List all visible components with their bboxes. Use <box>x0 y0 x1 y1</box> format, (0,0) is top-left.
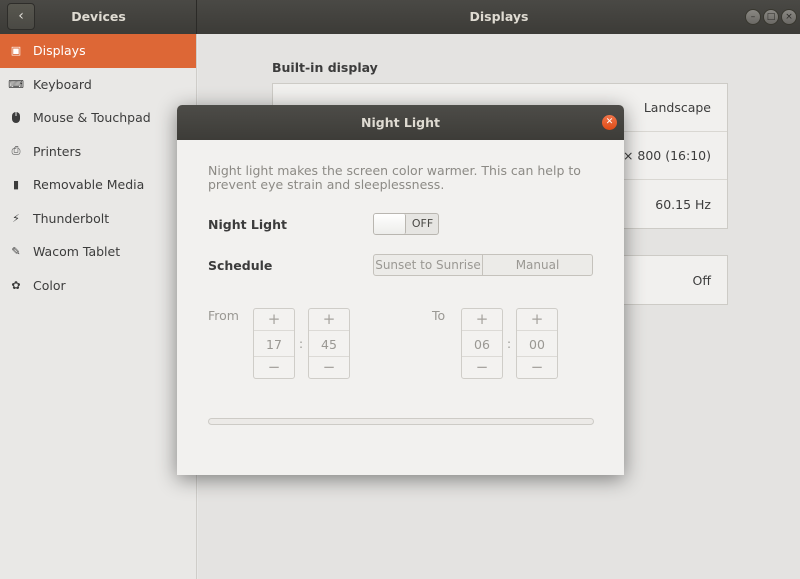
sidebar-item-keyboard[interactable]: ⌨ Keyboard <box>0 68 196 102</box>
minimize-button[interactable]: – <box>745 9 761 25</box>
schedule-sunset-to-sunrise-button[interactable]: Sunset to Sunrise <box>373 254 483 276</box>
maximize-icon: □ <box>766 12 776 22</box>
to-minute-spinner: + 00 − <box>516 308 558 379</box>
to-minute-increment-button[interactable]: + <box>517 309 557 331</box>
orientation-value: Landscape <box>643 100 711 115</box>
dialog-description: Night light makes the screen color warme… <box>208 163 581 192</box>
to-time-separator: : <box>507 337 512 351</box>
switch-state-label: OFF <box>411 217 434 230</box>
from-hour-decrement-button[interactable]: − <box>254 356 294 378</box>
thunderbolt-icon: ⚡ <box>12 211 20 225</box>
to-hour-decrement-button[interactable]: − <box>462 356 502 378</box>
sidebar-item-label: Mouse & Touchpad <box>33 110 151 126</box>
minimize-icon: – <box>750 12 756 22</box>
from-minute-decrement-button[interactable]: − <box>309 356 349 378</box>
usb-icon: ▮ <box>12 178 20 192</box>
sidebar-item-label: Keyboard <box>33 76 92 92</box>
sidebar-item-thunderbolt[interactable]: ⚡ Thunderbolt <box>0 202 196 236</box>
refresh-rate-value: 60.15 Hz <box>655 196 711 212</box>
back-icon: ‹ <box>18 8 24 24</box>
sidebar-item-displays[interactable]: ▣ Displays <box>0 34 196 68</box>
keyboard-icon: ⌨ <box>8 77 24 91</box>
close-icon: ✕ <box>605 117 614 127</box>
to-minute-value[interactable]: 00 <box>517 332 557 357</box>
close-icon: × <box>785 12 793 22</box>
to-hour-spinner: + 06 − <box>461 308 503 379</box>
from-minute-increment-button[interactable]: + <box>309 309 349 331</box>
sidebar-item-label: Thunderbolt <box>33 210 110 226</box>
from-minute-value[interactable]: 45 <box>309 332 349 357</box>
to-minute-decrement-button[interactable]: − <box>517 356 557 378</box>
window-title: Displays <box>469 9 529 24</box>
sidebar-header: ‹ Devices <box>0 0 197 34</box>
from-minute-spinner: + 45 − <box>308 308 350 379</box>
sidebar-item-removable-media[interactable]: ▮ Removable Media <box>0 168 196 202</box>
night-light-label: Night Light <box>208 217 287 232</box>
display-icon: ▣ <box>10 44 22 58</box>
sidebar: ▣ Displays ⌨ Keyboard Mouse & Touchpad ⎙… <box>0 34 197 579</box>
from-time-separator: : <box>299 337 304 351</box>
sidebar-item-label: Color <box>33 277 66 293</box>
night-light-dialog: Night Light ✕ Night light makes the scre… <box>177 105 624 475</box>
sidebar-header-title: Devices <box>71 9 126 24</box>
back-button[interactable]: ‹ <box>7 3 35 30</box>
to-hour-increment-button[interactable]: + <box>462 309 502 331</box>
sidebar-item-wacom-tablet[interactable]: ✎ Wacom Tablet <box>0 235 196 269</box>
dialog-close-button[interactable]: ✕ <box>602 115 617 130</box>
dialog-header: Night Light ✕ <box>177 105 624 140</box>
close-window-button[interactable]: × <box>781 9 797 25</box>
printer-icon: ⎙ <box>11 144 21 158</box>
from-hour-value[interactable]: 17 <box>254 332 294 357</box>
tablet-icon: ✎ <box>11 245 21 259</box>
sidebar-item-mouse-touchpad[interactable]: Mouse & Touchpad <box>0 101 196 135</box>
dialog-title: Night Light <box>361 115 440 130</box>
mouse-icon <box>9 111 23 125</box>
sidebar-item-label: Printers <box>33 143 82 159</box>
sidebar-item-label: Removable Media <box>33 177 145 193</box>
to-hour-value[interactable]: 06 <box>462 332 502 357</box>
from-label: From <box>208 308 239 323</box>
sidebar-item-label: Wacom Tablet <box>33 244 121 260</box>
night-light-value: Off <box>692 272 711 288</box>
header-bar: ‹ Devices Displays – □ × <box>0 0 800 34</box>
schedule-manual-button[interactable]: Manual <box>482 254 593 276</box>
color-icon: ✿ <box>11 278 21 292</box>
sidebar-item-printers[interactable]: ⎙ Printers <box>0 135 196 169</box>
night-light-switch[interactable]: OFF <box>373 213 439 235</box>
maximize-button[interactable]: □ <box>763 9 779 25</box>
section-title: Built-in display <box>272 60 378 75</box>
from-hour-spinner: + 17 − <box>253 308 295 379</box>
sidebar-item-label: Displays <box>33 43 86 59</box>
sidebar-item-color[interactable]: ✿ Color <box>0 269 196 303</box>
schedule-timeline-bar <box>208 418 594 425</box>
switch-knob <box>374 214 406 234</box>
schedule-label: Schedule <box>208 258 273 273</box>
from-hour-increment-button[interactable]: + <box>254 309 294 331</box>
to-label: To <box>432 308 446 323</box>
